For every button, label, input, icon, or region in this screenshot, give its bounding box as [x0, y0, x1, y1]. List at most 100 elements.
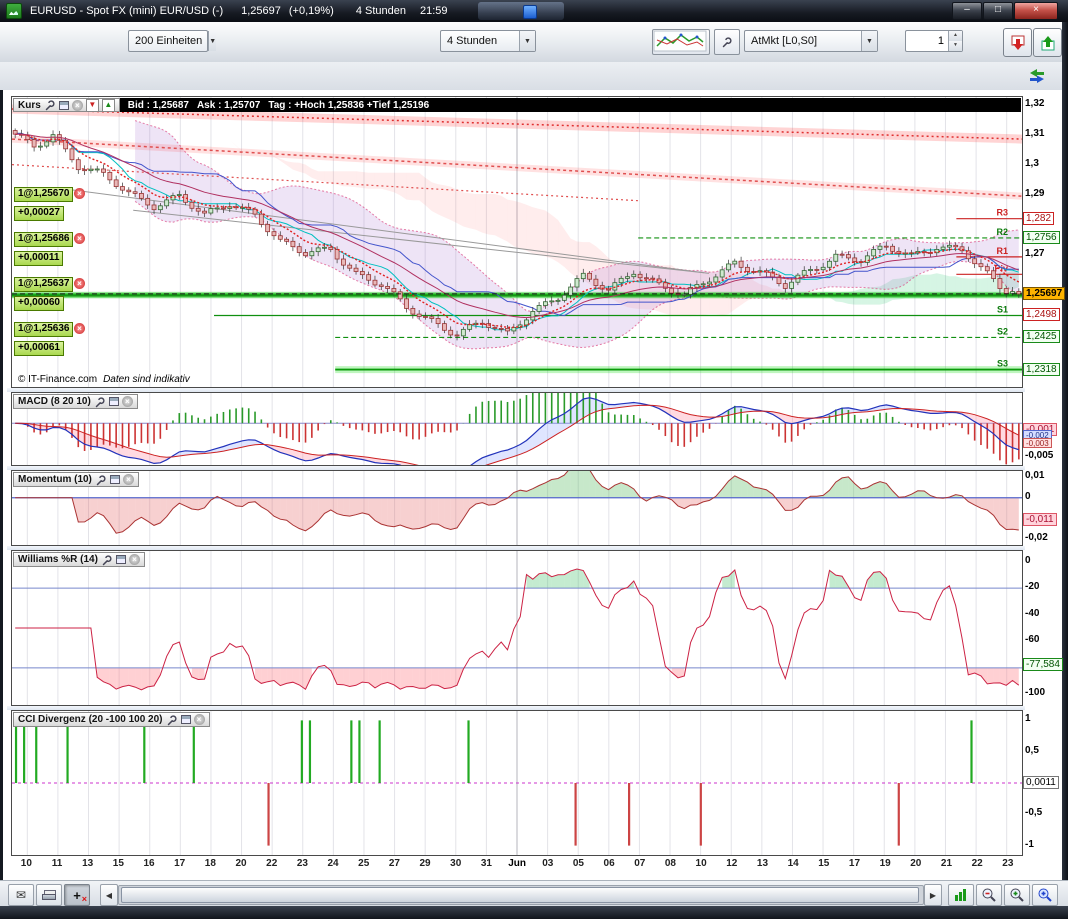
x-axis-label: 20 [900, 858, 931, 876]
cci-chart[interactable] [12, 711, 1022, 855]
chart-style-icon [653, 30, 707, 52]
axis-label: 1,2425 [1023, 330, 1060, 343]
svg-text:R1: R1 [996, 246, 1008, 256]
wrench-icon[interactable] [166, 714, 178, 726]
close-icon[interactable]: × [194, 714, 205, 725]
wrench-icon[interactable] [101, 554, 113, 566]
axis-label: 1 [1023, 713, 1033, 726]
position-badge[interactable]: 1@1,25637 [14, 277, 73, 292]
x-axis-label: 22 [962, 858, 993, 876]
buy-button[interactable] [1033, 28, 1062, 57]
close-button[interactable]: × [1014, 2, 1058, 20]
x-axis-label: 16 [134, 858, 165, 876]
close-icon[interactable]: × [122, 396, 133, 407]
window-icon[interactable] [109, 397, 119, 406]
properties-button[interactable] [714, 29, 740, 55]
link-charts-icon[interactable] [1028, 67, 1046, 85]
order-type-select[interactable]: AtMkt [L0,S0] ▼ [744, 30, 878, 52]
buy-quick-icon[interactable]: ▲ [102, 99, 115, 112]
panel-momentum: Momentum (10) × [11, 470, 1023, 546]
wrench-icon[interactable] [95, 474, 107, 486]
axis-label: -0,5 [1023, 807, 1044, 820]
wrench-icon[interactable] [44, 99, 56, 111]
window-title: EURUSD - Spot FX (mini) EUR/USD (-) [30, 5, 223, 17]
print-button[interactable] [36, 884, 62, 906]
main-toolbar: 200 Einheiten ▼ 4 Stunden ▼ AtMkt [L0,S0… [0, 22, 1068, 63]
price-axis[interactable]: 1,321,311,31,291,2821,27561,271,256971,2… [1022, 90, 1065, 860]
quantity-up-button[interactable]: ▲ [949, 31, 962, 41]
wrench-icon[interactable] [94, 396, 106, 408]
crosshair-toggle-button[interactable]: + × [64, 884, 90, 906]
minimize-button[interactable]: – [952, 2, 982, 20]
zoom-out-button[interactable] [976, 884, 1002, 906]
titlebar[interactable]: EURUSD - Spot FX (mini) EUR/USD (-) 1,25… [0, 0, 1068, 22]
x-axis-label: 20 [226, 858, 257, 876]
axis-label: 1,29 [1023, 188, 1046, 201]
position-badge[interactable]: 1@1,25636 [14, 322, 73, 337]
sell-button[interactable] [1003, 28, 1032, 57]
units-select[interactable]: 200 Einheiten ▼ [128, 30, 208, 52]
macd-chart[interactable] [12, 393, 1022, 465]
day-range: Tag : +Hoch 1,25836 +Tief 1,25196 [268, 100, 429, 111]
x-axis-label: 15 [808, 858, 839, 876]
x-axis-label: 29 [410, 858, 441, 876]
axis-label: -20 [1023, 581, 1041, 594]
close-icon[interactable]: × [72, 100, 83, 111]
x-axis-label: 13 [72, 858, 103, 876]
chart-style-button[interactable] [652, 29, 710, 55]
zoom-in-button[interactable] [1004, 884, 1030, 906]
close-icon[interactable]: × [129, 554, 140, 565]
time-axis[interactable]: 10111315161718202223242527293031Jun03050… [11, 858, 1023, 876]
window-icon[interactable] [59, 101, 69, 110]
window-icon[interactable] [110, 475, 120, 484]
scrollbar-thumb[interactable] [121, 887, 919, 903]
bottom-toolbar: ✉ + × ◀ ▶ [0, 880, 1068, 907]
quantity-down-button[interactable]: ▼ [949, 41, 962, 51]
macd-header: MACD (8 20 10) × [13, 394, 138, 409]
close-position-icon[interactable]: × [74, 233, 85, 244]
position-pnl-badge: +0,00060 [14, 296, 64, 311]
fit-chart-button[interactable] [948, 884, 974, 906]
trading-window: EURUSD - Spot FX (mini) EUR/USD (-) 1,25… [0, 0, 1068, 919]
close-position-icon[interactable]: × [74, 323, 85, 334]
maximize-button[interactable]: □ [983, 2, 1013, 20]
position-pnl-badge: +0,00011 [14, 251, 63, 266]
window-icon[interactable] [181, 715, 191, 724]
background-window-artifact [478, 2, 564, 20]
sell-quick-icon[interactable]: ▼ [86, 99, 99, 112]
email-button[interactable]: ✉ [8, 884, 34, 906]
williams-chart[interactable] [12, 551, 1022, 705]
scroll-right-button[interactable]: ▶ [924, 884, 942, 906]
axis-label: -1 [1023, 839, 1036, 852]
momentum-chart[interactable] [12, 471, 1022, 545]
window-icon[interactable] [116, 555, 126, 564]
svg-text:R2: R2 [996, 227, 1008, 237]
position-badge[interactable]: 1@1,25686 [14, 232, 73, 247]
sell-arrow-icon [1009, 34, 1027, 52]
axis-label: -100 [1023, 687, 1047, 700]
kurs-title: Kurs [18, 100, 41, 111]
zoom-select-button[interactable] [1032, 884, 1058, 906]
ask-value: Ask : 1,25707 [197, 100, 260, 111]
axis-label: 1,3 [1023, 158, 1041, 171]
close-position-icon[interactable]: × [74, 188, 85, 199]
svg-text:R3: R3 [996, 208, 1008, 218]
williams-header: Williams %R (14) × [13, 552, 145, 567]
scrollbar-track[interactable] [118, 885, 924, 905]
close-position-icon[interactable]: × [74, 278, 85, 289]
cci-header: CCI Divergenz (20 -100 100 20) × [13, 712, 210, 727]
title-timeframe: 4 Stunden [356, 5, 406, 17]
quantity-input[interactable]: 1 ▲ ▼ [905, 30, 963, 52]
axis-label: 1,25697 [1023, 287, 1065, 300]
position-badge[interactable]: 1@1,25670 [14, 187, 73, 202]
panel-cci: CCI Divergenz (20 -100 100 20) × [11, 710, 1023, 856]
panel-williams: Williams %R (14) × [11, 550, 1023, 706]
close-icon[interactable]: × [123, 474, 134, 485]
x-axis-label: 13 [747, 858, 778, 876]
scroll-left-button[interactable]: ◀ [100, 884, 118, 906]
kurs-chart[interactable]: R3R2R1PivS1S2S3 [12, 97, 1022, 387]
disabled-x-icon: × [82, 894, 87, 904]
x-axis-label: Jun [502, 858, 533, 876]
x-axis-label: 08 [655, 858, 686, 876]
timeframe-select[interactable]: 4 Stunden ▼ [440, 30, 536, 52]
